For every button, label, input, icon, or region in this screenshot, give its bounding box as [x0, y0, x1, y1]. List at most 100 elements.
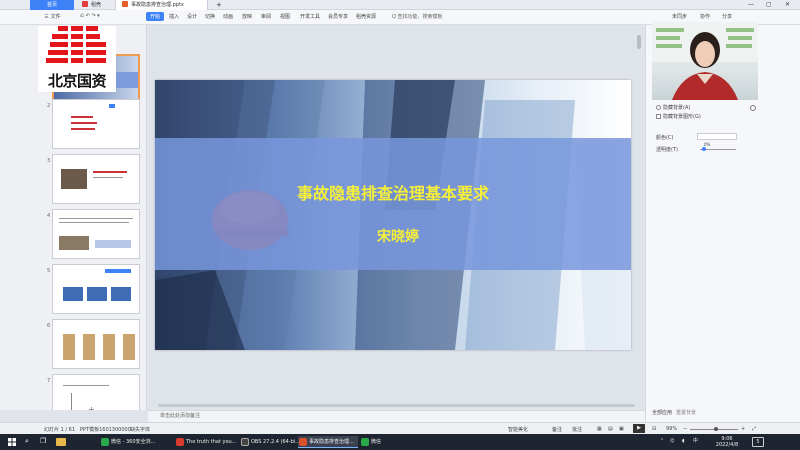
add-tab-button[interactable]: +: [210, 0, 228, 10]
menu-item-insert[interactable]: 插入: [169, 13, 179, 20]
tab-straw[interactable]: 稻壳: [76, 0, 107, 10]
zoom-plus-icon[interactable]: +: [741, 426, 745, 432]
zoom-minus-icon[interactable]: −: [683, 426, 687, 432]
apply-all-button[interactable]: 全部应用: [652, 409, 672, 416]
share-button[interactable]: 分享: [722, 13, 732, 20]
radio-icon: [656, 105, 661, 110]
tab-bar: 首页 稻壳 事故隐患排查治理.pptx + — ▢ ✕: [0, 0, 800, 10]
missing-font-button[interactable]: 缺失字体: [130, 426, 150, 433]
presenter-video: [652, 22, 758, 100]
slide-thumbnail-4[interactable]: [52, 209, 140, 259]
menu-item-devtools[interactable]: 开发工具: [300, 13, 320, 20]
thumb-number: 4: [47, 213, 51, 219]
menu-item-home[interactable]: 开始: [146, 12, 165, 21]
network-icon[interactable]: ⌬: [670, 438, 674, 444]
status-bar: 幻灯片 1 / 61 PPT模板1601300000 缺失字体 智能美化 备注 …: [0, 422, 800, 434]
menu-item-member[interactable]: 会员专享: [328, 13, 348, 20]
menu-item-slideshow[interactable]: 放映: [242, 13, 252, 20]
taskbar-item-presentation[interactable]: 事故隐患排查治理...: [298, 436, 358, 448]
hide-background-option[interactable]: 隐藏背景(A): [656, 104, 690, 111]
taskbar-item-browser[interactable]: 微信 - 360安全浏...: [100, 436, 172, 448]
settings-icon[interactable]: [750, 105, 756, 111]
menu-item-animation[interactable]: 动画: [223, 13, 233, 20]
add-slide-button[interactable]: +: [88, 405, 95, 410]
browser-app-icon: [101, 438, 109, 446]
undo-redo-icons[interactable]: ⎌ ↶ ↷ ▾: [80, 13, 100, 19]
transparency-label: 透明度(T): [656, 147, 678, 153]
transparency-value: 0%: [704, 142, 711, 147]
menu-item-transition[interactable]: 切换: [205, 13, 215, 20]
slide-thumbnail-6[interactable]: [52, 319, 140, 369]
logo-text: 北京国资: [47, 72, 107, 90]
menu-item-view[interactable]: 视图: [280, 13, 290, 20]
horizontal-scrollbar[interactable]: [158, 404, 635, 407]
canvas-scrollbar[interactable]: [637, 35, 641, 49]
sorter-view-icon[interactable]: ▤: [608, 426, 613, 432]
collab-button[interactable]: 协作: [700, 13, 710, 20]
task-view-icon[interactable]: ❐: [40, 437, 46, 445]
volume-icon[interactable]: ◖: [682, 438, 685, 444]
hide-background-graphics-option[interactable]: 隐藏背景图形(G): [656, 113, 701, 120]
webcam-overlay: [652, 22, 758, 100]
zoom-slider-thumb[interactable]: [714, 427, 718, 431]
app-window: 首页 稻壳 事故隐患排查治理.pptx + — ▢ ✕ 三 文件 ⎌ ↶ ↷ ▾…: [0, 0, 800, 450]
video-app-icon: [176, 438, 184, 446]
slide-counter: 幻灯片 1 / 61: [44, 427, 75, 433]
notes-button[interactable]: 备注: [552, 426, 562, 433]
straw-icon: [82, 1, 88, 7]
file-explorer-icon[interactable]: [56, 438, 66, 446]
wechat-app-icon: [361, 438, 369, 446]
beautify-button[interactable]: 智能美化: [508, 426, 528, 433]
search-function[interactable]: Q 查找功能、搜索模板: [392, 13, 443, 20]
menu-item-resources[interactable]: 稻壳资源: [356, 13, 376, 20]
thumb-number: 5: [47, 268, 51, 274]
taskbar-item-obs[interactable]: OBS 27.2.4 (64-bi...: [240, 436, 300, 448]
checkbox-icon: [656, 114, 661, 119]
search-icon[interactable]: ⌕: [25, 437, 29, 446]
slider-thumb[interactable]: [702, 147, 706, 151]
thumb-number: 6: [47, 323, 51, 329]
minimize-button[interactable]: —: [742, 0, 760, 10]
normal-view-icon[interactable]: ▦: [597, 426, 602, 432]
slide-author[interactable]: 宋晓婷: [155, 226, 631, 246]
template-name: PPT模板1601300000: [80, 427, 131, 433]
ime-indicator[interactable]: 中: [693, 438, 698, 444]
slide-thumbnail-2[interactable]: [52, 99, 140, 149]
ppt-file-icon: [122, 1, 128, 7]
slide-title[interactable]: 事故隐患排查治理基本要求: [155, 180, 631, 204]
windows-taskbar: ⌕ ❐ 微信 - 360安全浏... The truth that you...…: [0, 434, 800, 450]
notification-icon[interactable]: 5: [752, 437, 764, 447]
current-slide[interactable]: 事故隐患排查治理基本要求 宋晓婷: [155, 80, 631, 350]
taskbar-item-wechat[interactable]: 微信: [360, 436, 400, 448]
comment-button[interactable]: 批注: [572, 426, 582, 433]
menu-item-review[interactable]: 审阅: [261, 13, 271, 20]
slide-thumbnail-5[interactable]: [52, 264, 140, 314]
maximize-button[interactable]: ▢: [760, 0, 778, 10]
watermark-logo: 北京国资: [38, 26, 116, 92]
tab-document[interactable]: 事故隐患排查治理.pptx: [115, 0, 208, 10]
reset-background-button[interactable]: 重置背景: [676, 409, 696, 416]
color-select[interactable]: [697, 133, 737, 140]
zoom-out-icon[interactable]: ⊟: [652, 426, 656, 432]
clock-date: 2022/4/8: [715, 442, 739, 448]
menu-item-design[interactable]: 设计: [187, 13, 197, 20]
notes-area[interactable]: 单击此处添加备注: [148, 410, 645, 422]
clock[interactable]: 9:06 2022/4/8: [712, 436, 742, 448]
file-menu[interactable]: 三 文件: [44, 13, 61, 20]
taskbar-item-video[interactable]: The truth that you...: [175, 436, 237, 448]
obs-app-icon: [241, 438, 249, 446]
zoom-level[interactable]: 99%: [666, 426, 677, 432]
tray-chevron-icon[interactable]: ⌃: [660, 438, 664, 444]
notes-placeholder: 单击此处添加备注: [160, 413, 201, 419]
presentation-app-icon: [299, 438, 307, 446]
sync-status[interactable]: 未同步: [672, 13, 687, 20]
slide-thumbnail-3[interactable]: [52, 154, 140, 204]
close-button[interactable]: ✕: [779, 0, 796, 10]
play-slideshow-button[interactable]: ▶: [633, 424, 645, 433]
slide-thumbnail-7[interactable]: [52, 374, 140, 410]
tab-home[interactable]: 首页: [30, 0, 74, 10]
reading-view-icon[interactable]: ▣: [619, 426, 624, 432]
title-band: [155, 138, 631, 270]
fit-window-icon[interactable]: ⤢: [752, 426, 756, 432]
start-menu-icon[interactable]: [8, 438, 16, 446]
